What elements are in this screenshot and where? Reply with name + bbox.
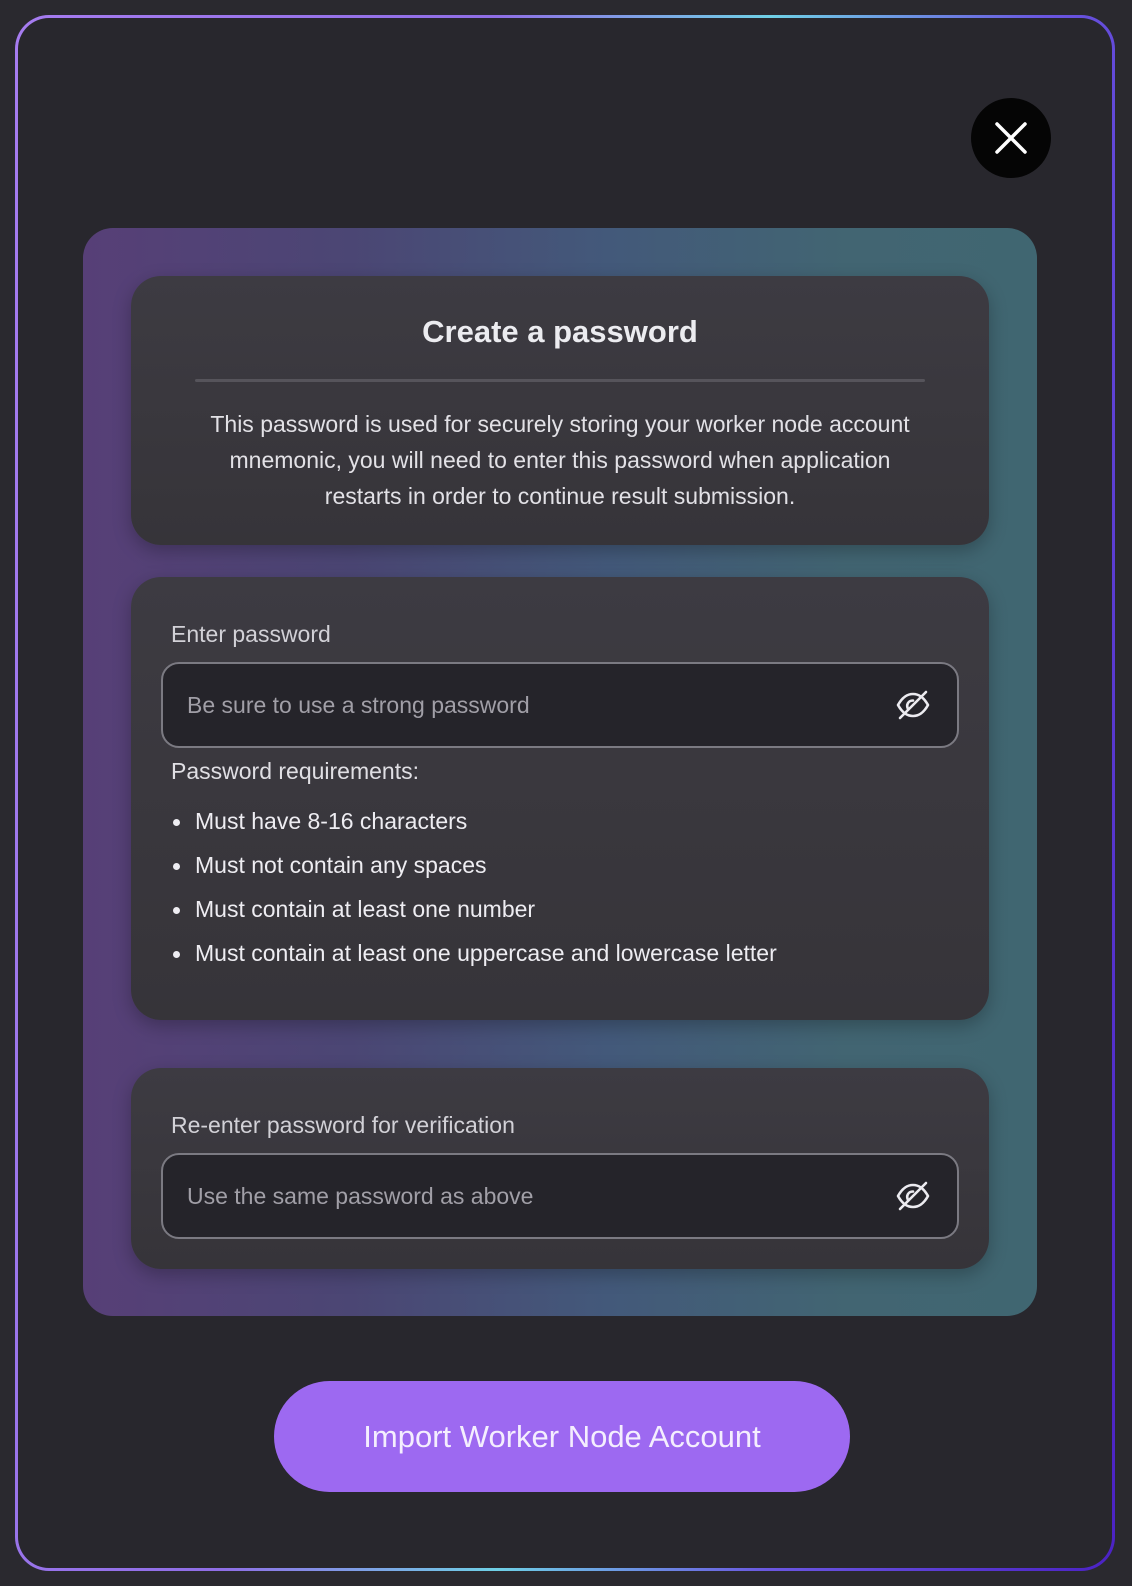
- page-title: Create a password: [422, 314, 698, 349]
- verify-card: Re-enter password for verification: [131, 1068, 989, 1269]
- password-label: Enter password: [171, 621, 331, 647]
- list-item: Must not contain any spaces: [171, 851, 777, 895]
- list-item: Must contain at least one uppercase and …: [171, 939, 777, 983]
- close-button[interactable]: [971, 98, 1051, 178]
- intro-card: Create a password This password is used …: [131, 276, 989, 545]
- verify-visibility-toggle[interactable]: [881, 1164, 945, 1228]
- requirements-title: Password requirements:: [171, 758, 419, 784]
- password-field: [161, 662, 959, 748]
- close-icon: [995, 122, 1027, 154]
- verify-password-input[interactable]: [163, 1155, 881, 1237]
- modal-frame: Create a password This password is used …: [15, 15, 1115, 1571]
- list-item: Must have 8-16 characters: [171, 807, 777, 851]
- import-account-button[interactable]: Import Worker Node Account: [274, 1381, 850, 1492]
- title-divider: [195, 379, 925, 382]
- form-panel: Create a password This password is used …: [83, 228, 1037, 1316]
- create-password-modal: Create a password This password is used …: [18, 18, 1112, 1568]
- eye-off-icon: [896, 1181, 930, 1211]
- verify-label: Re-enter password for verification: [171, 1112, 515, 1138]
- list-item: Must contain at least one number: [171, 895, 777, 939]
- password-visibility-toggle[interactable]: [881, 673, 945, 737]
- password-input[interactable]: [163, 664, 881, 746]
- verify-field: [161, 1153, 959, 1239]
- requirements-list: Must have 8-16 characters Must not conta…: [171, 807, 777, 983]
- password-card: Enter password Password requirements: Mu…: [131, 577, 989, 1020]
- intro-description: This password is used for securely stori…: [210, 411, 910, 509]
- eye-off-icon: [896, 690, 930, 720]
